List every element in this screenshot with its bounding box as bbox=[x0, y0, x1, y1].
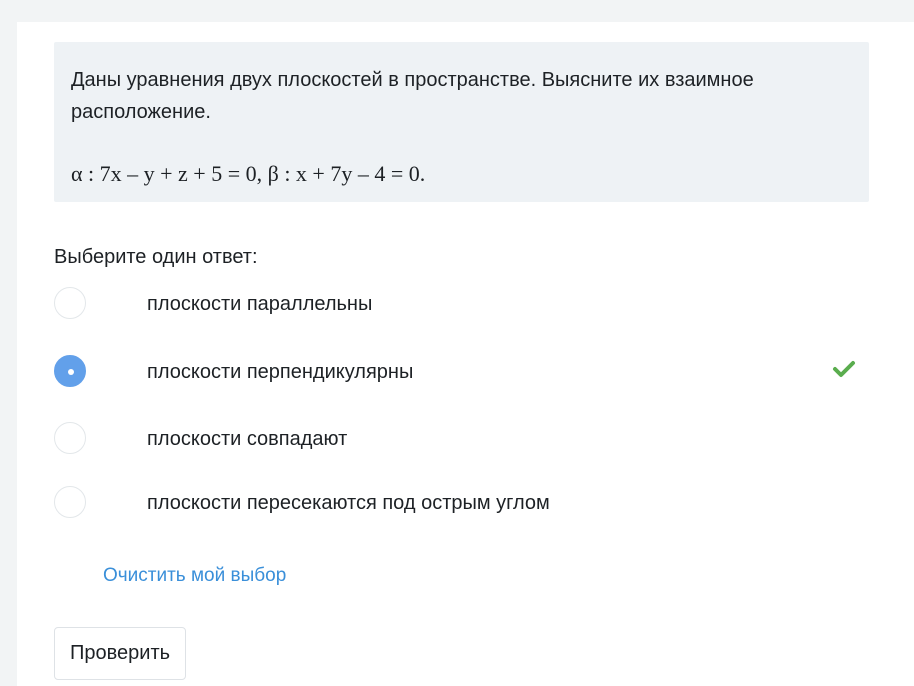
answer-label[interactable]: плоскости параллельны bbox=[147, 291, 372, 317]
answer-label[interactable]: плоскости перпендикулярны bbox=[147, 359, 413, 385]
answer-option-acute-angle[interactable]: плоскости пересекаются под острым углом bbox=[54, 483, 869, 523]
answer-option-parallel[interactable]: плоскости параллельны bbox=[54, 284, 869, 324]
radio-button-selected[interactable] bbox=[54, 355, 86, 387]
answer-label[interactable]: плоскости пересекаются под острым углом bbox=[147, 490, 550, 516]
radio-button[interactable] bbox=[54, 287, 86, 319]
radio-button[interactable] bbox=[54, 486, 86, 518]
clear-choice-link[interactable]: Очистить мой выбор bbox=[103, 564, 286, 588]
answer-option-perpendicular[interactable]: плоскости перпендикулярны bbox=[54, 352, 869, 392]
question-card: Даны уравнения двух плоскостей в простра… bbox=[17, 22, 914, 686]
radio-button[interactable] bbox=[54, 422, 86, 454]
check-icon bbox=[833, 361, 855, 377]
check-button[interactable]: Проверить bbox=[54, 627, 187, 680]
answer-option-coincide[interactable]: плоскости совпадают bbox=[54, 419, 869, 459]
answer-label[interactable]: плоскости совпадают bbox=[147, 426, 347, 452]
